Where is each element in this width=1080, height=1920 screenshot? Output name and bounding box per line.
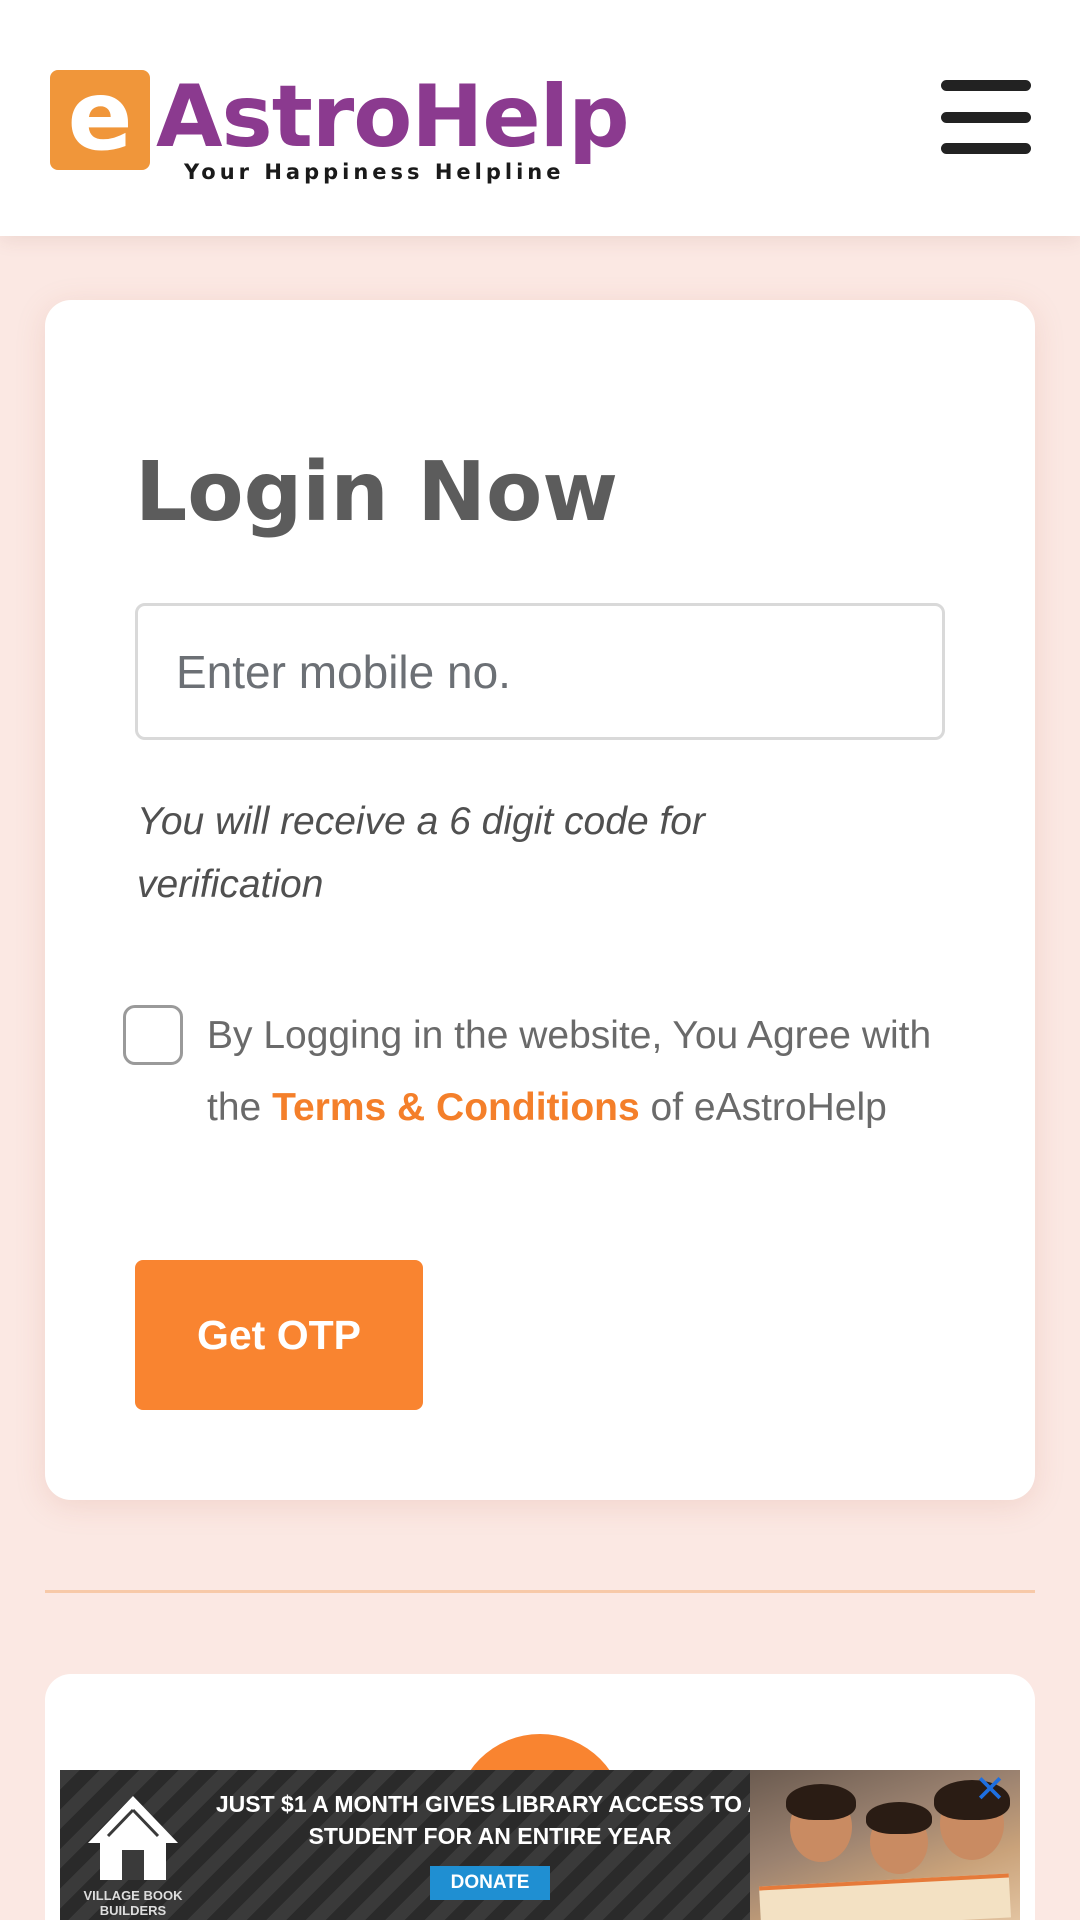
section-divider <box>45 1590 1035 1593</box>
hamburger-menu-icon[interactable] <box>938 78 1034 156</box>
open-book <box>759 1873 1011 1920</box>
logo-wordmark: AstroHelp <box>156 67 630 167</box>
agree-suffix: of eAstroHelp <box>639 1086 887 1129</box>
menu-bar <box>941 111 1031 123</box>
terms-checkbox[interactable] <box>123 1005 183 1065</box>
login-card: Login Now You will receive a 6 digit cod… <box>45 300 1035 1500</box>
menu-bar <box>941 143 1031 154</box>
terms-conditions-link[interactable]: Terms & Conditions <box>272 1086 640 1129</box>
close-icon[interactable]: ✕ <box>970 1770 1010 1810</box>
mobile-number-input[interactable] <box>135 603 945 740</box>
site-logo[interactable]: e AstroHelp Your Happiness Helpline <box>50 67 630 188</box>
site-header: e AstroHelp Your Happiness Helpline <box>0 0 1080 236</box>
ad-headline: JUST $1 A MONTH GIVES LIBRARY ACCESS TO … <box>215 1791 765 1849</box>
ad-org-name: VILLAGE BOOK BUILDERS <box>83 1888 183 1918</box>
page-title: Login Now <box>135 445 619 540</box>
verification-hint: You will receive a 6 digit code for veri… <box>137 800 705 906</box>
village-book-builders-logo: VILLAGE BOOK BUILDERS <box>78 1788 188 1918</box>
logo-tagline: Your Happiness Helpline <box>184 160 565 184</box>
child-hair <box>866 1802 932 1834</box>
terms-agreement-text: By Logging in the website, You Agree wit… <box>207 1000 967 1144</box>
house-book-icon <box>88 1796 178 1880</box>
child-hair <box>786 1784 856 1820</box>
ad-banner[interactable]: VILLAGE BOOK BUILDERS JUST $1 A MONTH GI… <box>60 1770 1020 1920</box>
logo-e-mark: e <box>50 68 150 170</box>
get-otp-button[interactable]: Get OTP <box>135 1260 423 1410</box>
donate-button[interactable]: DONATE <box>430 1866 550 1900</box>
menu-bar <box>941 80 1031 91</box>
